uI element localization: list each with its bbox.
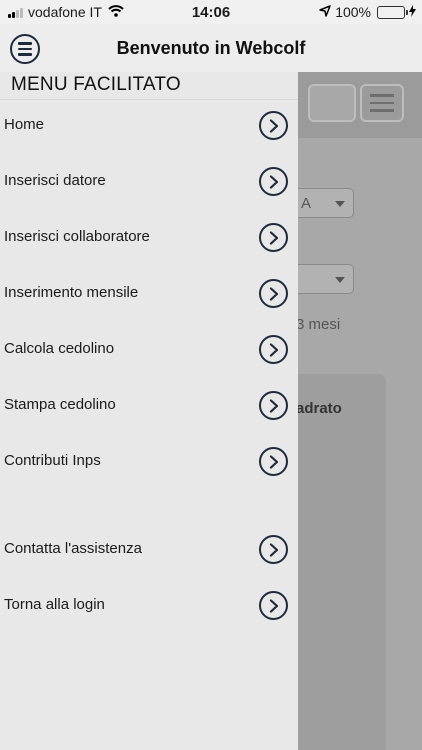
menu-item-stampa-cedolino[interactable]: Stampa cedolino — [0, 383, 298, 427]
status-bar: vodafone IT 14:06 100% — [0, 0, 422, 24]
menu-item-label: Contributi Inps — [4, 452, 101, 469]
battery-percent: 100% — [335, 4, 371, 20]
chevron-right-icon[interactable] — [259, 391, 288, 420]
menu-item-label: Contatta l'assistenza — [4, 540, 142, 557]
battery-icon — [377, 5, 408, 19]
menu-item-calcola-cedolino[interactable]: Calcola cedolino — [0, 327, 298, 371]
background-card: adrato — [298, 374, 386, 750]
drawer-title: MENU FACILITATO — [11, 74, 181, 95]
chevron-right-icon[interactable] — [259, 111, 288, 140]
menu-item-label: Inserimento mensile — [4, 284, 139, 301]
menu-item-inserimento-mensile[interactable]: Inserimento mensile — [0, 271, 298, 315]
chevron-right-icon[interactable] — [259, 279, 288, 308]
menu-item-label: Inserisci collaboratore — [4, 228, 150, 245]
menu-item-inserisci-collaboratore[interactable]: Inserisci collaboratore — [0, 215, 298, 259]
chevron-right-icon[interactable] — [259, 447, 288, 476]
chevron-right-icon[interactable] — [259, 223, 288, 252]
background-card-title: adrato — [298, 400, 342, 417]
divider — [0, 99, 298, 100]
menu-item-torna-login[interactable]: Torna alla login — [0, 583, 298, 627]
menu-item-home[interactable]: Home — [0, 103, 298, 147]
menu-item-label: Home — [4, 116, 45, 133]
menu-item-label: Inserisci datore — [4, 172, 106, 189]
background-note: 3 mesi — [298, 316, 341, 333]
menu-item-inserisci-datore[interactable]: Inserisci datore — [0, 159, 298, 203]
menu-item-contatta-assistenza[interactable]: Contatta l'assistenza — [0, 527, 298, 571]
background-toolbar — [298, 72, 422, 138]
background-select-1: A — [298, 188, 354, 218]
location-icon — [319, 4, 331, 20]
dimmed-page[interactable]: A 3 mesi adrato — [298, 72, 422, 750]
menu-item-contributi-inps[interactable]: Contributi Inps — [0, 439, 298, 483]
chevron-right-icon[interactable] — [259, 591, 288, 620]
app-header: Benvenuto in Webcolf — [0, 24, 422, 72]
chevron-right-icon[interactable] — [259, 167, 288, 196]
caret-down-icon — [335, 277, 345, 283]
background-select-1-value: A — [301, 195, 312, 212]
page-title: Benvenuto in Webcolf — [116, 38, 306, 58]
background-button — [308, 84, 356, 122]
menu-item-label: Calcola cedolino — [4, 340, 115, 357]
menu-item-label: Stampa cedolino — [4, 396, 116, 413]
hamburger-icon — [360, 84, 404, 122]
side-drawer: MENU FACILITATO Home Inserisci datore In… — [0, 72, 298, 750]
status-right: 100% — [319, 4, 416, 20]
chevron-right-icon[interactable] — [259, 535, 288, 564]
caret-down-icon — [335, 201, 345, 207]
chevron-right-icon[interactable] — [259, 335, 288, 364]
charging-icon — [409, 4, 416, 20]
menu-item-label: Torna alla login — [4, 596, 105, 613]
background-select-2 — [298, 264, 354, 294]
